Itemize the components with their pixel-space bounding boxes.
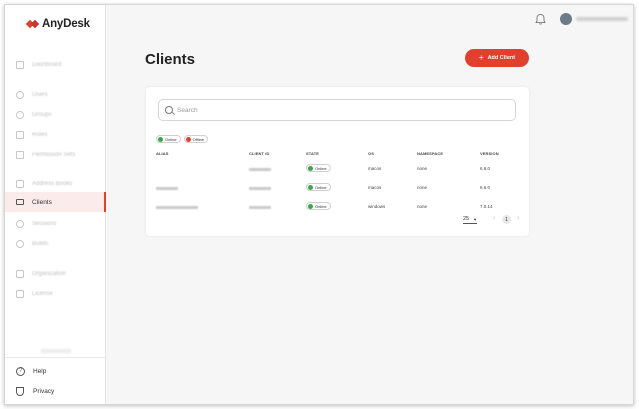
privacy-label: Privacy bbox=[33, 388, 55, 395]
sidebar-version-text bbox=[41, 349, 71, 353]
help-label: Help bbox=[33, 368, 47, 375]
version-cell: 6.6.0 bbox=[480, 185, 491, 190]
sidebar-item-license[interactable]: License bbox=[5, 285, 106, 303]
logo-text: AnyDesk bbox=[42, 18, 90, 30]
column-header-namespace[interactable]: NAMESPACE bbox=[417, 151, 443, 156]
sidebar-item-address-books[interactable]: Address Books bbox=[5, 175, 106, 193]
organization-icon bbox=[16, 270, 24, 278]
anydesk-logo-icon bbox=[25, 18, 40, 30]
help-link[interactable]: ? Help bbox=[16, 367, 46, 376]
chevron-right-icon[interactable]: › bbox=[517, 215, 519, 222]
online-check-icon bbox=[158, 136, 163, 142]
session-icon bbox=[16, 220, 24, 228]
namespace-cell: none bbox=[417, 166, 428, 171]
user-icon bbox=[16, 91, 24, 99]
column-header-state[interactable]: STATE bbox=[306, 151, 319, 156]
client-id-blurred bbox=[249, 187, 271, 190]
dashboard-icon bbox=[16, 61, 24, 69]
version-cell: 7.0.14 bbox=[480, 204, 493, 209]
chevron-left-icon[interactable]: ‹ bbox=[493, 215, 495, 222]
offline-x-icon bbox=[185, 136, 191, 142]
alias-blurred bbox=[156, 187, 178, 190]
page-title: Clients bbox=[145, 51, 196, 68]
clients-card: Online Offline ALIAS CLIENT ID STATE OS … bbox=[146, 87, 529, 236]
group-icon bbox=[16, 111, 24, 119]
help-icon: ? bbox=[16, 367, 25, 376]
user-name-blurred[interactable] bbox=[576, 17, 628, 21]
os-cell: macos bbox=[368, 166, 382, 171]
sidebar-item-dashboard[interactable]: Dashboard bbox=[5, 56, 106, 74]
online-check-icon bbox=[308, 165, 313, 171]
version-cell: 6.6.0 bbox=[480, 166, 491, 171]
state-badge: Online bbox=[306, 183, 331, 191]
column-header-os[interactable]: OS bbox=[368, 151, 374, 156]
monitor-icon bbox=[16, 199, 24, 205]
anydesk-logo[interactable]: AnyDesk bbox=[25, 18, 90, 30]
client-id-blurred bbox=[249, 206, 271, 209]
page-number[interactable]: 1 bbox=[502, 215, 511, 224]
search-box[interactable] bbox=[158, 99, 516, 121]
online-check-icon bbox=[308, 203, 313, 209]
avatar[interactable] bbox=[560, 13, 572, 25]
status-filters: Online Offline bbox=[156, 135, 209, 143]
sidebar-item-roles[interactable]: Roles bbox=[5, 126, 106, 144]
alias-blurred bbox=[156, 206, 198, 209]
column-header-version[interactable]: VERSION bbox=[480, 151, 499, 156]
sidebar-item-clients[interactable]: Clients bbox=[5, 192, 106, 212]
filter-online[interactable]: Online bbox=[156, 135, 181, 143]
sidebar-item-permission-sets[interactable]: Permission Sets bbox=[5, 146, 106, 164]
sidebar-item-sessions[interactable]: Sessions bbox=[5, 215, 106, 233]
caret-down-icon: ▼ bbox=[473, 216, 478, 222]
sidebar-item-builds[interactable]: Builds bbox=[5, 235, 106, 253]
online-check-icon bbox=[308, 184, 313, 190]
bell-icon[interactable] bbox=[535, 13, 546, 25]
roles-icon bbox=[16, 131, 24, 139]
app-window: AnyDesk Dashboard Users Groups Roles Per… bbox=[4, 4, 634, 405]
namespace-cell: none bbox=[417, 185, 428, 190]
add-client-button[interactable]: + Add Client bbox=[465, 49, 529, 67]
page-size-select[interactable]: 25 ▼ bbox=[463, 216, 478, 224]
plus-icon: + bbox=[478, 53, 484, 62]
sidebar: AnyDesk Dashboard Users Groups Roles Per… bbox=[5, 5, 106, 404]
column-header-alias[interactable]: ALIAS bbox=[156, 151, 169, 156]
sidebar-divider bbox=[5, 357, 106, 358]
search-input[interactable] bbox=[177, 106, 477, 114]
column-header-client-id[interactable]: CLIENT ID bbox=[249, 151, 269, 156]
sidebar-item-organization[interactable]: Organization bbox=[5, 265, 106, 283]
filter-offline[interactable]: Offline bbox=[183, 135, 209, 143]
sidebar-item-groups[interactable]: Groups bbox=[5, 106, 106, 124]
search-icon bbox=[165, 106, 173, 114]
os-cell: macos bbox=[368, 185, 382, 190]
build-icon bbox=[16, 240, 24, 248]
privacy-link[interactable]: Privacy bbox=[16, 387, 54, 396]
address-book-icon bbox=[16, 180, 24, 188]
namespace-cell: none bbox=[417, 204, 428, 209]
license-icon bbox=[16, 290, 24, 298]
state-badge: Online bbox=[306, 164, 331, 172]
state-badge: Online bbox=[306, 202, 331, 210]
add-client-label: Add Client bbox=[487, 55, 516, 61]
sidebar-item-users[interactable]: Users bbox=[5, 86, 106, 104]
os-cell: windows bbox=[368, 204, 386, 209]
shield-icon bbox=[16, 387, 24, 396]
client-id-blurred bbox=[249, 168, 271, 171]
permission-icon bbox=[16, 151, 24, 159]
